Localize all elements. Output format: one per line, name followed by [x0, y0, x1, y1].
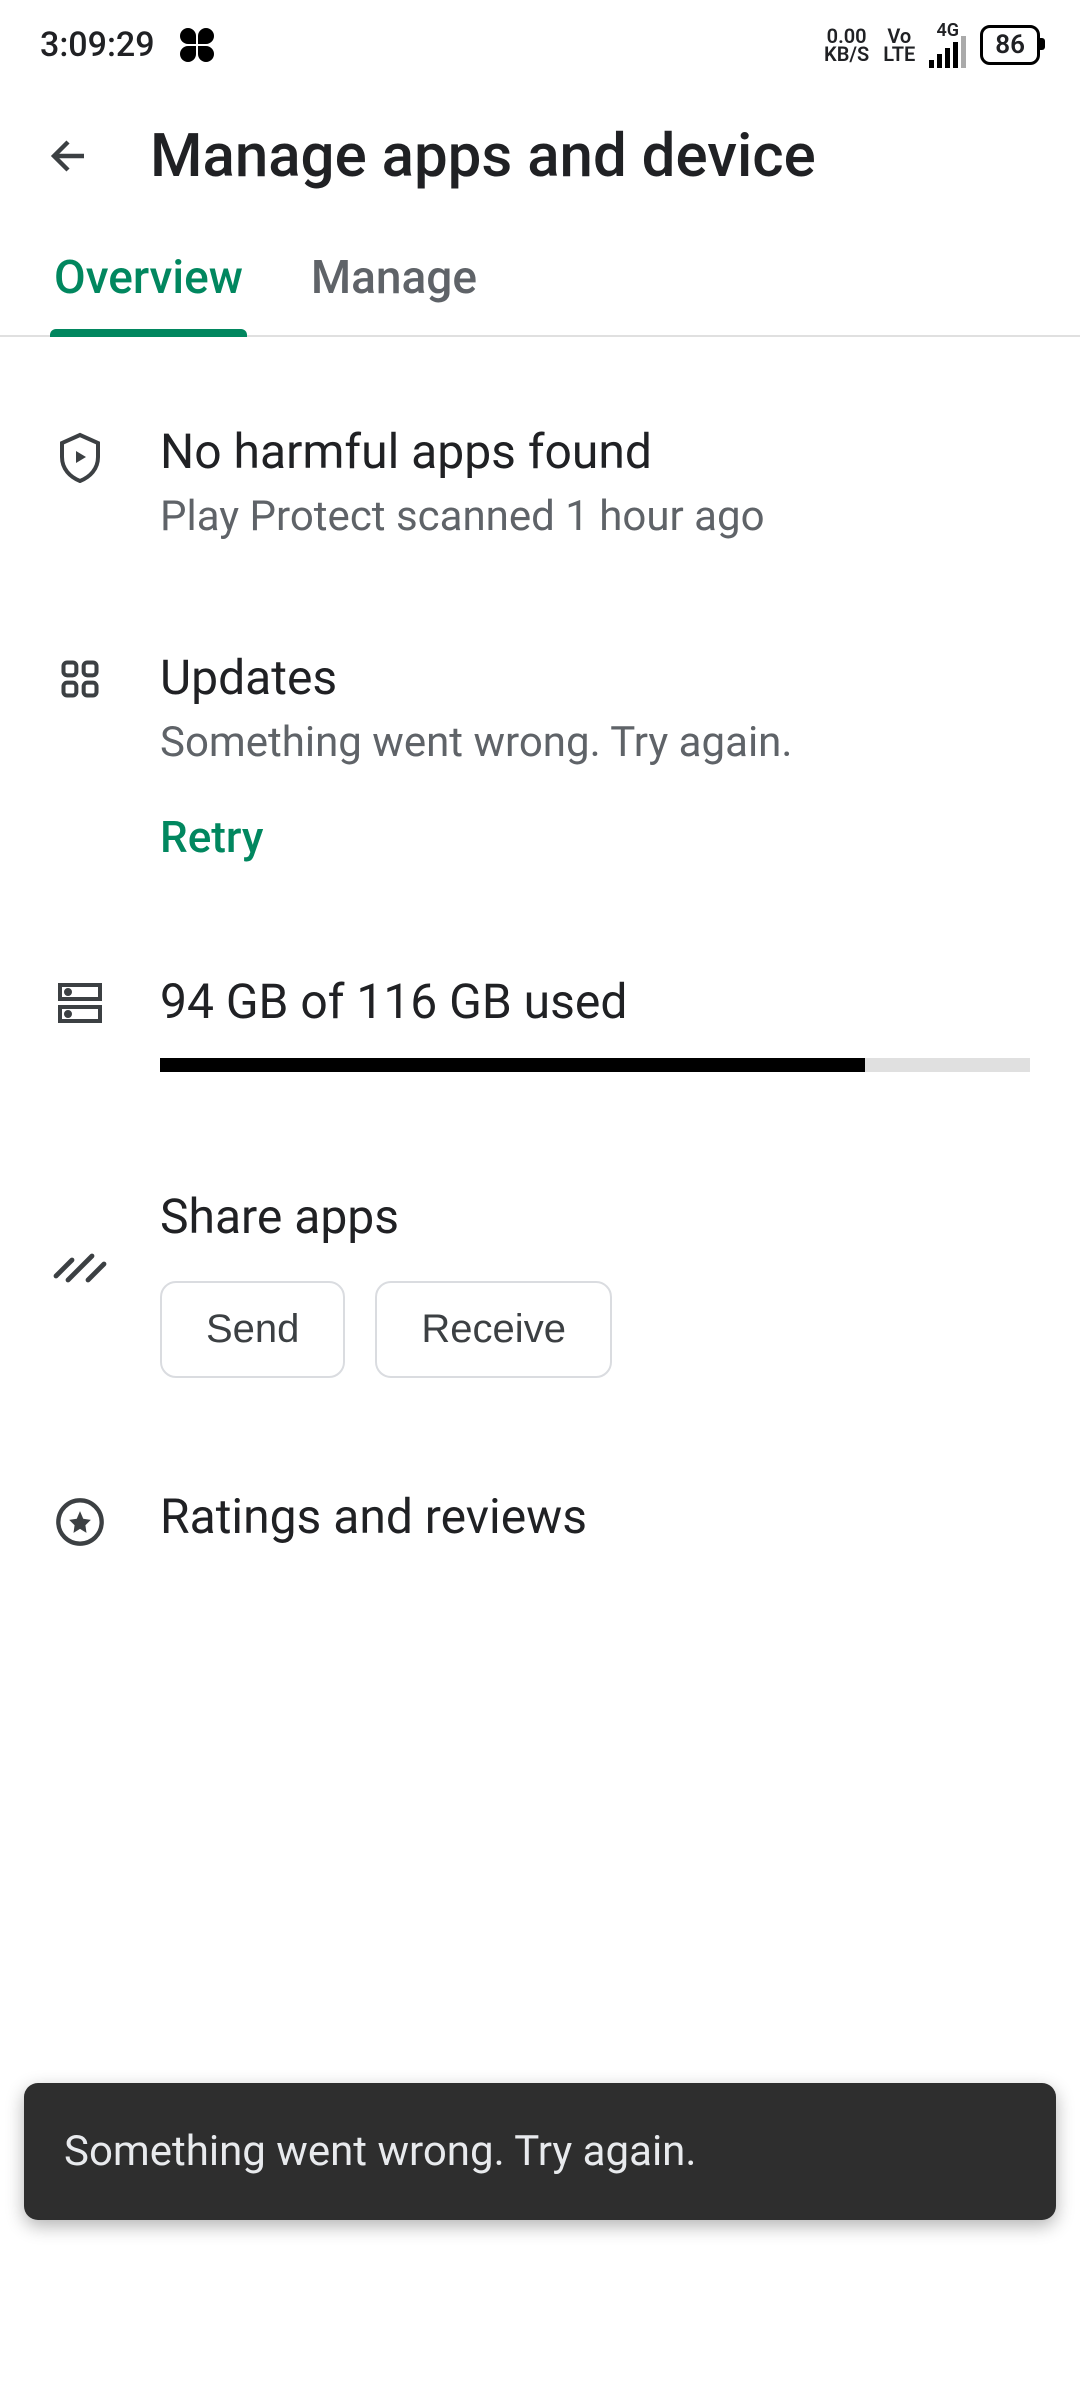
updates-subtitle: Something went wrong. Try again. [160, 718, 1030, 767]
storage-title: 94 GB of 116 GB used [160, 973, 1030, 1030]
protect-subtitle: Play Protect scanned 1 hour ago [160, 492, 1030, 541]
receive-button[interactable]: Receive [375, 1281, 612, 1378]
nearby-share-icon [52, 1252, 108, 1288]
signal-strength-icon [929, 40, 966, 68]
send-button[interactable]: Send [160, 1281, 345, 1378]
retry-button[interactable]: Retry [160, 811, 263, 863]
app-header: Manage apps and device [0, 90, 1080, 231]
ratings-title: Ratings and reviews [160, 1488, 1030, 1545]
protect-title: No harmful apps found [160, 423, 1030, 480]
ratings-reviews-section[interactable]: Ratings and reviews [0, 1408, 1080, 1587]
tab-manage[interactable]: Manage [307, 231, 481, 335]
snackbar-toast: Something went wrong. Try again. [24, 2083, 1056, 2220]
apps-grid-icon [58, 657, 102, 701]
network-type: 4G [929, 22, 966, 68]
storage-progress-bar [160, 1058, 1030, 1072]
tabs-row: Overview Manage [0, 231, 1080, 337]
battery-indicator: 86 [980, 25, 1040, 65]
storage-section[interactable]: 94 GB of 116 GB used [0, 893, 1080, 1102]
share-title: Share apps [160, 1188, 1030, 1245]
data-rate-indicator: 0.00 KB/S [824, 27, 869, 63]
snackbar-message: Something went wrong. Try again. [64, 2127, 696, 2176]
shield-play-icon [56, 431, 104, 483]
page-title: Manage apps and device [150, 120, 816, 191]
tab-overview[interactable]: Overview [50, 231, 247, 335]
storage-icon [56, 981, 104, 1025]
play-protect-section[interactable]: No harmful apps found Play Protect scann… [0, 337, 1080, 571]
notification-icon [179, 27, 215, 63]
storage-progress-fill [160, 1058, 865, 1072]
status-bar: 3:09:29 0.00 KB/S Vo LTE 4G 86 [0, 0, 1080, 90]
arrow-left-icon [46, 132, 94, 180]
updates-title: Updates [160, 649, 1030, 706]
status-time: 3:09:29 [40, 25, 155, 65]
updates-section[interactable]: Updates Something went wrong. Try again.… [0, 571, 1080, 893]
volte-indicator: Vo LTE [883, 27, 915, 63]
share-apps-section: Share apps Send Receive [0, 1102, 1080, 1408]
back-button[interactable] [40, 126, 100, 186]
star-circle-icon [54, 1496, 106, 1548]
